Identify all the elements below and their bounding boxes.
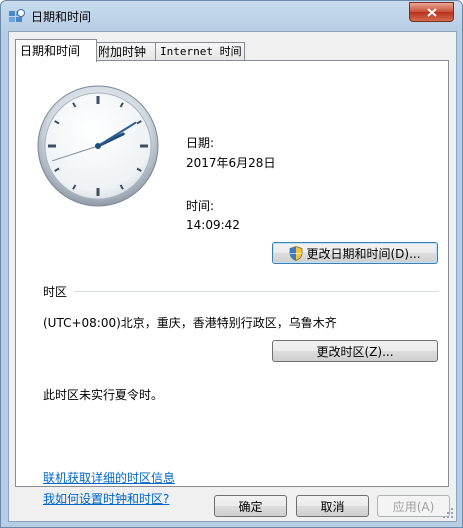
how-to-set-clock-link[interactable]: 我如何设置时钟和时区?: [43, 490, 169, 507]
timezone-section-label: 时区: [43, 285, 68, 299]
online-timezone-info-link[interactable]: 联机获取详细的时区信息: [43, 469, 175, 486]
apply-button[interactable]: 应用(A): [377, 495, 450, 517]
close-button[interactable]: [409, 2, 454, 22]
tab-additional-clocks[interactable]: 附加时钟: [93, 42, 158, 61]
ok-label: 确定: [238, 499, 263, 514]
time-label: 时间:: [186, 199, 215, 213]
clock-center: [95, 143, 101, 149]
change-timezone-label: 更改时区(Z)...: [316, 344, 394, 359]
title-bar[interactable]: 日期和时间: [1, 1, 462, 31]
tab-panel-date-time: 日期: 2017年6月28日 时间: 14:09:42 更改日期和时间(D)..…: [15, 60, 449, 506]
ok-button[interactable]: 确定: [214, 495, 287, 517]
close-icon: [426, 7, 437, 17]
date-label: 日期:: [186, 136, 215, 150]
uac-shield-icon: [290, 245, 303, 261]
window-title: 日期和时间: [31, 10, 92, 24]
analog-clock: [37, 85, 159, 207]
dst-note: 此时区未实行夏令时。: [43, 388, 164, 402]
resize-grip-icon[interactable]: [442, 507, 454, 519]
cancel-label: 取消: [320, 499, 345, 514]
dialog-client-area: 日期和时间 附加时钟 Internet 时间 日期: 2017年6月28日 时间…: [8, 31, 457, 522]
tab-date-time[interactable]: 日期和时间: [15, 39, 97, 62]
apply-label: 应用(A): [392, 499, 435, 514]
date-value: 2017年6月28日: [186, 156, 276, 170]
change-date-time-label: 更改日期和时间(D)...: [306, 246, 421, 261]
tab-internet-time[interactable]: Internet 时间: [155, 42, 245, 61]
cancel-button[interactable]: 取消: [296, 495, 369, 517]
timezone-value: (UTC+08:00)北京，重庆，香港特别行政区，乌鲁木齐: [43, 316, 337, 330]
time-value: 14:09:42: [186, 218, 240, 232]
change-date-time-button[interactable]: 更改日期和时间(D)...: [272, 242, 438, 264]
dialog-window: 日期和时间 日期和时间 附加时钟 Internet 时间 日期: 2017年6月…: [0, 0, 463, 528]
change-timezone-button[interactable]: 更改时区(Z)...: [272, 340, 438, 362]
timezone-divider: [74, 291, 439, 292]
date-time-app-icon: [9, 9, 25, 22]
